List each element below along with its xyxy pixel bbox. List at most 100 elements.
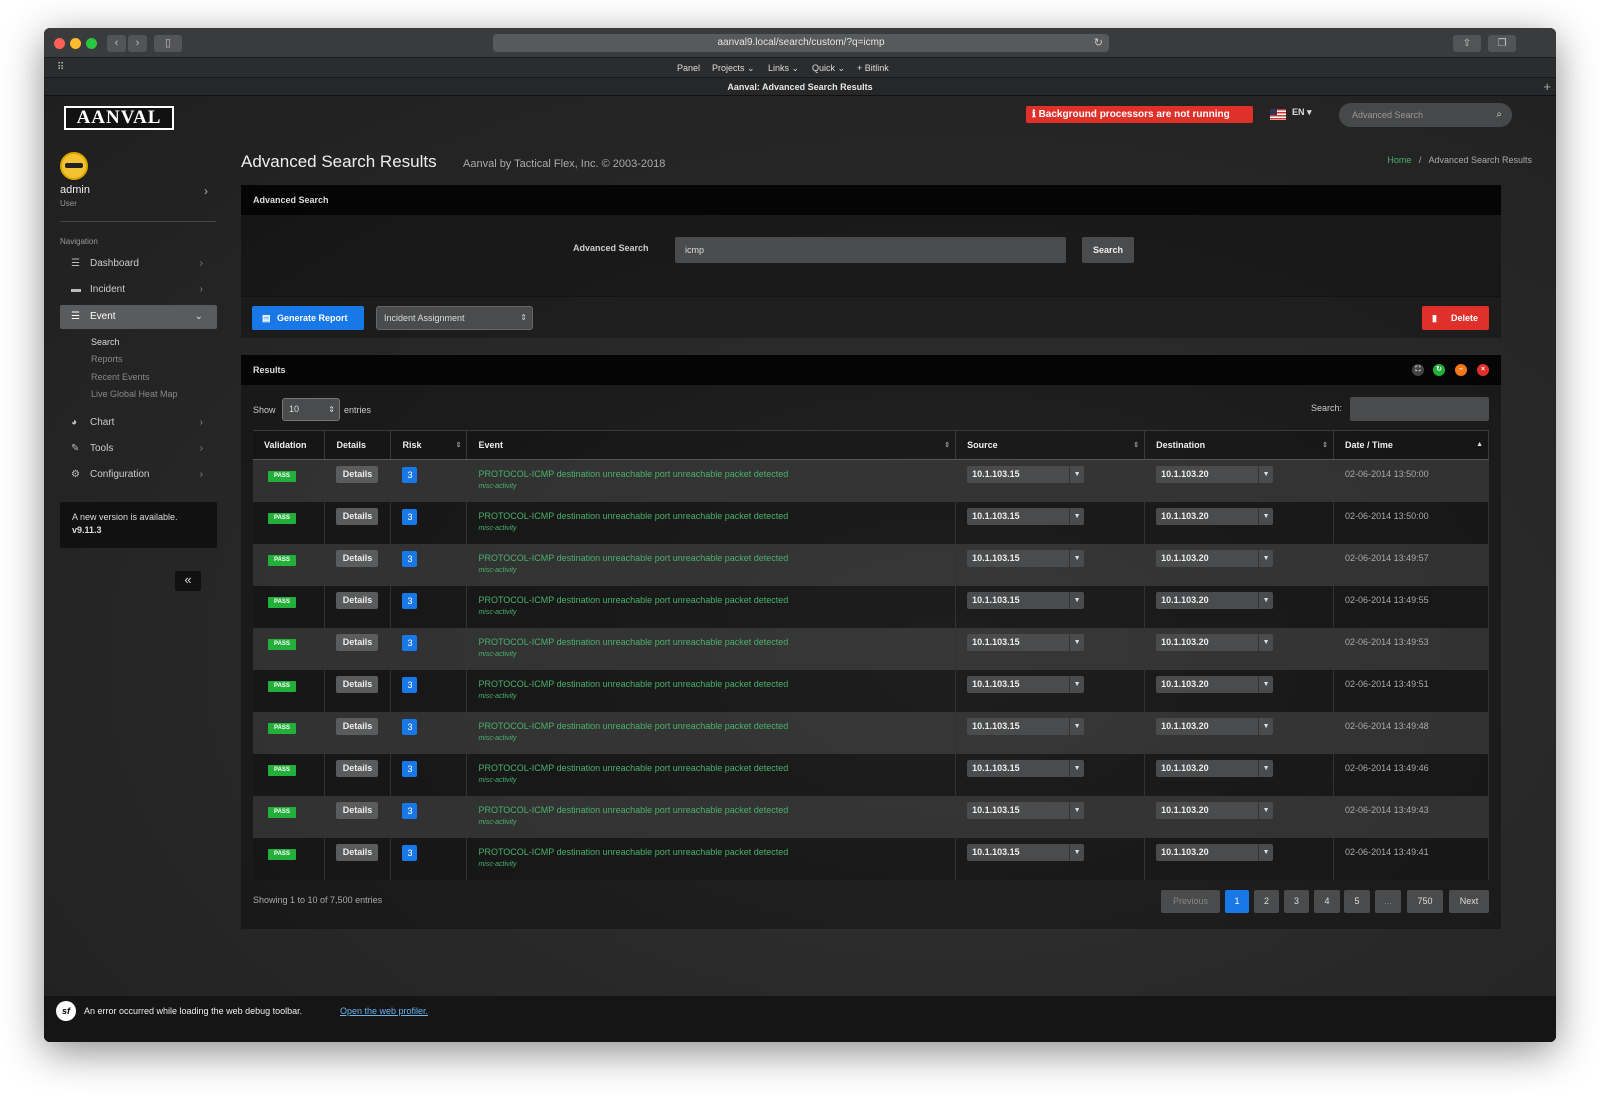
bookmark-panel[interactable]: Panel: [677, 63, 700, 73]
source-ip-dropdown[interactable]: 10.1.103.15 ▼: [967, 633, 1085, 651]
close-window-button[interactable]: [54, 38, 65, 49]
caret-down-icon[interactable]: ▼: [1069, 759, 1084, 777]
zoom-window-button[interactable]: [86, 38, 97, 49]
caret-down-icon[interactable]: ▼: [1258, 549, 1273, 567]
sidebar-item-incident[interactable]: ▬ Incident ›: [60, 279, 217, 301]
event-link[interactable]: PROTOCOL-ICMP destination unreachable po…: [478, 805, 955, 815]
caret-down-icon[interactable]: ▼: [1258, 591, 1273, 609]
details-button[interactable]: Details: [336, 549, 379, 567]
destination-ip-dropdown[interactable]: 10.1.103.20 ▼: [1156, 507, 1274, 525]
back-icon[interactable]: ‹: [107, 35, 126, 52]
source-ip-dropdown[interactable]: 10.1.103.15 ▼: [967, 843, 1085, 861]
advanced-search-input[interactable]: icmp: [675, 237, 1066, 263]
event-link[interactable]: PROTOCOL-ICMP destination unreachable po…: [478, 847, 955, 857]
caret-down-icon[interactable]: ▼: [1069, 466, 1084, 483]
column-header-validation[interactable]: Validation: [253, 430, 326, 460]
source-ip-dropdown[interactable]: 10.1.103.15 ▼: [967, 591, 1085, 609]
details-button[interactable]: Details: [336, 759, 379, 777]
address-bar[interactable]: aanval9.local/search/custom/?q=icmp ↻: [493, 34, 1109, 52]
share-icon[interactable]: ⇧: [1453, 35, 1481, 52]
caret-down-icon[interactable]: ▼: [1069, 843, 1084, 861]
reload-icon[interactable]: ↻: [1433, 364, 1445, 376]
language-selector[interactable]: EN ▾: [1292, 107, 1312, 118]
generate-report-button[interactable]: ▤ Generate Report: [252, 306, 364, 330]
sidebar-item-dashboard[interactable]: ☰ Dashboard ›: [60, 253, 217, 275]
sidebar-subitem-reports[interactable]: Reports: [91, 354, 123, 364]
reload-icon[interactable]: ↻: [1094, 34, 1103, 52]
source-ip-dropdown[interactable]: 10.1.103.15 ▼: [967, 466, 1085, 483]
bookmark-links[interactable]: Links ⌄: [768, 63, 799, 74]
pagination-page-3[interactable]: 3: [1284, 890, 1309, 913]
incident-assignment-select[interactable]: Incident Assignment ⇕: [376, 306, 533, 330]
details-button[interactable]: Details: [336, 675, 379, 693]
caret-down-icon[interactable]: ▼: [1069, 591, 1084, 609]
caret-down-icon[interactable]: ▼: [1069, 507, 1084, 525]
event-link[interactable]: PROTOCOL-ICMP destination unreachable po…: [478, 637, 955, 647]
column-header-risk[interactable]: Risk ⇕: [390, 430, 468, 460]
search-button[interactable]: Search: [1082, 237, 1134, 263]
caret-down-icon[interactable]: ▼: [1069, 633, 1084, 651]
sidebar-item-tools[interactable]: ✎ Tools ›: [60, 438, 217, 460]
sidebar-item-chart[interactable]: ◕ Chart ›: [60, 412, 217, 434]
expand-icon[interactable]: ⛶: [1412, 364, 1424, 376]
column-header-event[interactable]: Event ⇕: [466, 430, 957, 460]
destination-ip-dropdown[interactable]: 10.1.103.20 ▼: [1156, 549, 1274, 567]
pagination-page-750[interactable]: 750: [1407, 890, 1443, 913]
sidebar-subitem-heat-map[interactable]: Live Global Heat Map: [91, 389, 178, 399]
minimize-icon[interactable]: –: [1455, 364, 1467, 376]
caret-down-icon[interactable]: ▼: [1069, 801, 1084, 819]
column-header-details[interactable]: Details: [324, 430, 392, 460]
caret-down-icon[interactable]: ▼: [1069, 549, 1084, 567]
delete-button[interactable]: ▮ Delete: [1422, 306, 1489, 330]
destination-ip-dropdown[interactable]: 10.1.103.20 ▼: [1156, 843, 1274, 861]
aanval-logo[interactable]: AANVAL: [64, 106, 174, 130]
pagination-previous[interactable]: Previous: [1161, 890, 1220, 913]
sidebar-toggle-icon[interactable]: ▯: [154, 35, 182, 52]
details-button[interactable]: Details: [336, 801, 379, 819]
new-tab-icon[interactable]: +: [1543, 78, 1551, 96]
caret-down-icon[interactable]: ▼: [1069, 675, 1084, 693]
details-button[interactable]: Details: [336, 633, 379, 651]
collapse-sidebar-button[interactable]: «: [175, 571, 201, 591]
destination-ip-dropdown[interactable]: 10.1.103.20 ▼: [1156, 466, 1274, 483]
tab-active[interactable]: Aanval: Advanced Search Results: [727, 82, 872, 92]
source-ip-dropdown[interactable]: 10.1.103.15 ▼: [967, 801, 1085, 819]
destination-ip-dropdown[interactable]: 10.1.103.20 ▼: [1156, 717, 1274, 735]
destination-ip-dropdown[interactable]: 10.1.103.20 ▼: [1156, 633, 1274, 651]
us-flag-icon[interactable]: [1270, 109, 1286, 120]
header-search-input[interactable]: Advanced Search ⌕: [1339, 103, 1512, 127]
details-button[interactable]: Details: [336, 717, 379, 735]
column-header-datetime[interactable]: Date / Time ▲: [1333, 430, 1489, 460]
chevron-right-icon[interactable]: ›: [204, 184, 208, 198]
event-link[interactable]: PROTOCOL-ICMP destination unreachable po…: [478, 511, 955, 521]
minimize-window-button[interactable]: [70, 38, 81, 49]
open-profiler-link[interactable]: Open the web profiler.: [340, 1006, 428, 1016]
page-size-select[interactable]: 10 ⇕: [282, 398, 340, 421]
caret-down-icon[interactable]: ▼: [1258, 633, 1273, 651]
bookmark-quick[interactable]: Quick ⌄: [812, 63, 845, 74]
source-ip-dropdown[interactable]: 10.1.103.15 ▼: [967, 675, 1085, 693]
caret-down-icon[interactable]: ▼: [1258, 843, 1273, 861]
pagination-page-1[interactable]: 1: [1225, 890, 1249, 913]
pagination-page-4[interactable]: 4: [1314, 890, 1340, 913]
event-link[interactable]: PROTOCOL-ICMP destination unreachable po…: [478, 721, 955, 731]
caret-down-icon[interactable]: ▼: [1258, 717, 1273, 735]
breadcrumb-home[interactable]: Home: [1387, 155, 1411, 165]
sidebar-subitem-recent-events[interactable]: Recent Events: [91, 372, 150, 382]
destination-ip-dropdown[interactable]: 10.1.103.20 ▼: [1156, 591, 1274, 609]
source-ip-dropdown[interactable]: 10.1.103.15 ▼: [967, 549, 1085, 567]
user-name[interactable]: admin: [60, 184, 90, 196]
column-header-destination[interactable]: Destination ⇕: [1144, 430, 1335, 460]
details-button[interactable]: Details: [336, 466, 379, 483]
search-icon[interactable]: ⌕: [1496, 103, 1502, 127]
event-link[interactable]: PROTOCOL-ICMP destination unreachable po…: [478, 763, 955, 773]
destination-ip-dropdown[interactable]: 10.1.103.20 ▼: [1156, 759, 1274, 777]
caret-down-icon[interactable]: ▼: [1258, 507, 1273, 525]
caret-down-icon[interactable]: ▼: [1258, 466, 1273, 483]
caret-down-icon[interactable]: ▼: [1069, 717, 1084, 735]
grid-icon[interactable]: ⠿: [57, 62, 64, 73]
avatar[interactable]: [60, 152, 88, 180]
caret-down-icon[interactable]: ▼: [1258, 675, 1273, 693]
forward-icon[interactable]: ›: [128, 35, 147, 52]
event-link[interactable]: PROTOCOL-ICMP destination unreachable po…: [478, 553, 955, 563]
